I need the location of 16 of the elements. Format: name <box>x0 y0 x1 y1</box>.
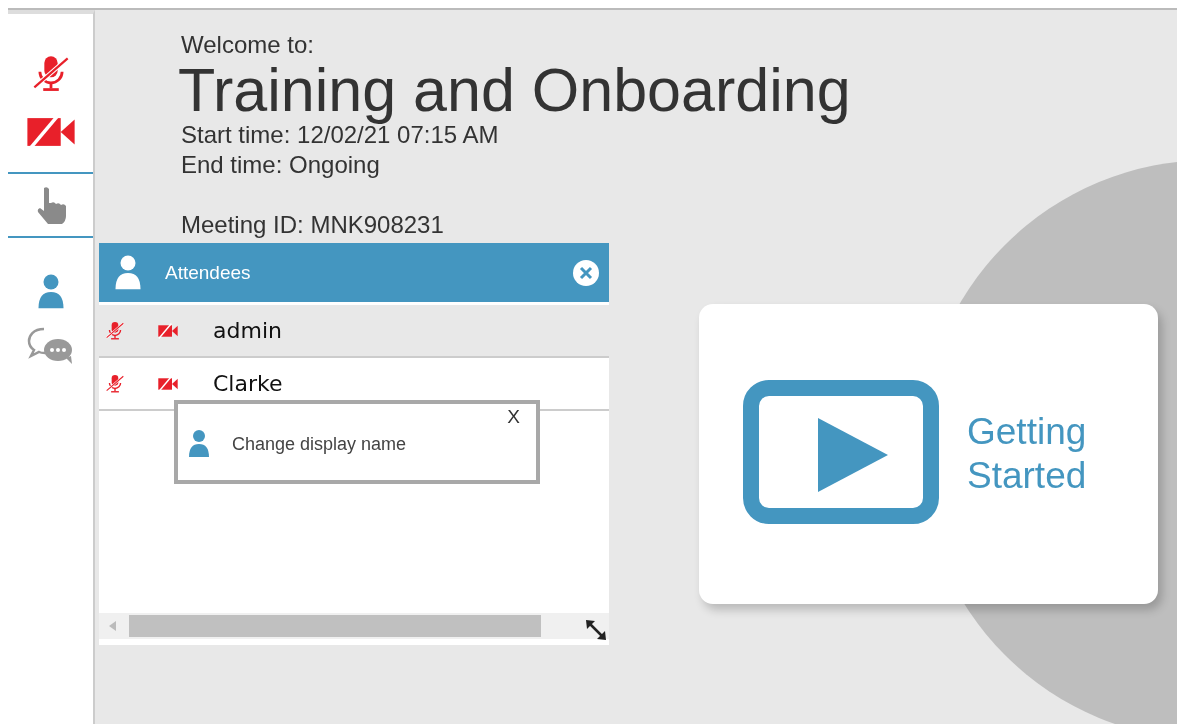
close-icon[interactable] <box>573 259 599 286</box>
person-icon <box>186 429 212 459</box>
scroll-left-arrow-icon[interactable] <box>109 621 117 631</box>
welcome-label: Welcome to: <box>181 30 315 60</box>
attendee-name: Clarke <box>213 371 283 396</box>
meeting-id: Meeting ID: MNK908231 <box>181 210 445 240</box>
attendee-row[interactable]: admin <box>99 305 609 358</box>
horizontal-scrollbar[interactable] <box>99 613 609 639</box>
meeting-title: Training and Onboarding <box>178 58 852 122</box>
resize-arrows-icon[interactable] <box>585 619 607 641</box>
card-label: Getting Started <box>967 410 1088 498</box>
end-time: End time: Ongoing <box>181 150 381 180</box>
menu-item[interactable]: Change display name <box>186 429 536 459</box>
panel-title: Attendees <box>165 261 252 284</box>
microphone-muted-icon[interactable] <box>30 54 71 94</box>
attendee-name: admin <box>213 318 282 343</box>
